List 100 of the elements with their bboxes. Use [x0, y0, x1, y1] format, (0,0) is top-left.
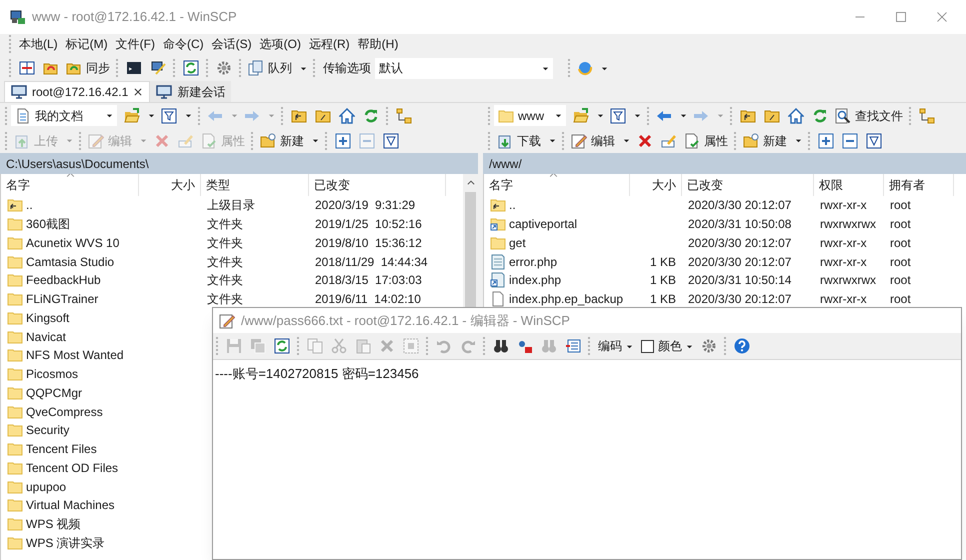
new-folder-button[interactable]: 新建 [257, 130, 322, 152]
delete-icon[interactable] [637, 132, 653, 148]
transfer-label: 传输选项 [323, 60, 371, 77]
reload-icon[interactable] [274, 338, 290, 354]
tree-icon[interactable] [396, 108, 412, 124]
new-folder-button[interactable]: 新建 [740, 130, 805, 152]
search-button[interactable]: 查找文件 [832, 104, 906, 126]
color-button[interactable]: 颜色 [654, 335, 697, 357]
filter-icon[interactable] [383, 132, 399, 148]
help-icon[interactable] [734, 338, 750, 354]
file-name[interactable]: upupoo [26, 478, 66, 496]
file-name[interactable]: FLiNGTrainer [26, 290, 98, 308]
column-header[interactable]: 类型 [201, 174, 309, 196]
monitor-icon[interactable] [150, 60, 166, 76]
session-tab[interactable]: root@172.16.42.1 [4, 81, 150, 102]
tree-icon[interactable] [919, 108, 935, 124]
column-header[interactable]: 权限 [814, 174, 884, 196]
menu-item[interactable]: 命令(C) [159, 35, 208, 53]
file-name[interactable]: QveCompress [26, 402, 103, 421]
menu-item[interactable]: 远程(R) [305, 35, 354, 53]
properties-button[interactable]: 属性 [681, 130, 731, 152]
filter-icon[interactable] [866, 132, 882, 148]
modified-date: 2020/3/30 20:12:07 [688, 291, 792, 308]
file-name[interactable]: error.php [509, 252, 558, 271]
close-icon[interactable] [133, 87, 144, 97]
file-name[interactable]: get [509, 234, 526, 252]
file-name[interactable]: captiveportal [509, 215, 578, 234]
menu-item[interactable]: 文件(F) [112, 35, 159, 53]
column-header[interactable]: 已改变 [309, 174, 446, 196]
menu-item[interactable]: 帮助(H) [354, 35, 402, 53]
file-name[interactable]: Camtasia Studio [26, 252, 114, 271]
home-icon[interactable] [339, 108, 355, 124]
folder-icon [7, 254, 23, 270]
file-name[interactable]: Tencent Files [26, 440, 97, 458]
upload-icon [14, 132, 30, 148]
text-content[interactable]: ----账号=1402720815 密码=123456 [215, 364, 419, 384]
plus-icon[interactable] [335, 132, 351, 148]
caret-icon [231, 112, 238, 119]
session-tab[interactable]: 新建会话 [150, 81, 232, 102]
parent-folder-icon[interactable] [740, 108, 756, 124]
folder-sync-button[interactable]: 同步 [63, 57, 113, 79]
download-icon [497, 132, 513, 148]
file-name[interactable]: Virtual Machines [26, 496, 114, 514]
menu-item[interactable]: 会话(S) [208, 35, 256, 53]
column-header[interactable]: 名字 [484, 174, 630, 196]
settings-icon[interactable] [701, 338, 717, 354]
compare-icon[interactable] [19, 60, 35, 76]
encoding-button[interactable]: 编码 [594, 335, 637, 357]
column-header[interactable]: 已改变 [682, 174, 814, 196]
file-name[interactable]: Navicat [26, 328, 66, 346]
transfer-select[interactable]: 默认 [375, 58, 553, 78]
modified-date: 2020/3/19 9:31:29 [315, 197, 416, 214]
file-name[interactable]: FeedbackHub [26, 271, 101, 290]
file-name[interactable]: Acunetix WVS 10 [26, 234, 120, 252]
root-folder-icon[interactable] [315, 108, 331, 124]
file-name[interactable]: index.php [509, 271, 562, 290]
menu-item[interactable]: 选项(O) [256, 35, 305, 53]
column-header[interactable]: 拥有者 [884, 174, 954, 196]
menu-item[interactable]: 本地(L) [15, 35, 62, 53]
owner: root [890, 197, 911, 214]
refresh-icon[interactable] [183, 60, 199, 76]
column-header[interactable]: 大小 [139, 174, 201, 196]
file-size: 1 KB [650, 291, 676, 308]
caret-icon [555, 112, 562, 119]
download-button[interactable]: 下载 [494, 130, 559, 152]
file-name[interactable]: .. [26, 196, 33, 214]
filter-icon [610, 108, 626, 124]
edit-button[interactable]: 编辑 [568, 130, 633, 152]
file-name[interactable]: WPS 视频 [26, 515, 81, 534]
plus-icon[interactable] [818, 132, 834, 148]
location-field[interactable]: www [494, 105, 566, 126]
minus-icon[interactable] [842, 132, 858, 148]
terminal-icon[interactable] [126, 60, 142, 76]
checkbox[interactable] [641, 340, 654, 352]
tab-label: root@172.16.42.1 [32, 84, 128, 101]
file-name[interactable]: .. [509, 196, 516, 214]
parent-folder-icon[interactable] [291, 108, 307, 124]
home-icon[interactable] [788, 108, 804, 124]
file-name[interactable]: Security [26, 421, 70, 440]
location-field[interactable]: 我的文档 [11, 105, 117, 126]
column-header[interactable]: 大小 [630, 174, 682, 196]
queue-button[interactable]: 队列 [245, 57, 310, 79]
file-name[interactable]: Tencent OD Files [26, 458, 118, 477]
modified-date: 2020/3/31 10:50:08 [688, 216, 792, 234]
owner: root [890, 291, 911, 308]
file-name[interactable]: index.php.ep_backup [509, 290, 624, 308]
file-name[interactable]: WPS 演讲实录 [26, 534, 105, 552]
column-header[interactable]: 名字 [1, 174, 139, 196]
file-name[interactable]: NFS Most Wanted [26, 346, 124, 364]
file-type: 文件夹 [207, 216, 243, 234]
file-name[interactable]: Picosmos [26, 365, 78, 384]
root-folder-icon[interactable] [764, 108, 780, 124]
file-name[interactable]: 360截图 [26, 215, 70, 234]
file-name[interactable]: QQPCMgr [26, 384, 82, 402]
menu-item[interactable]: 标记(M) [62, 35, 112, 53]
settings-icon[interactable] [216, 60, 232, 76]
rename-icon[interactable] [661, 132, 677, 148]
file-name[interactable]: Kingsoft [26, 308, 70, 327]
search-icon[interactable] [493, 338, 509, 354]
maximize-icon[interactable] [895, 11, 907, 23]
